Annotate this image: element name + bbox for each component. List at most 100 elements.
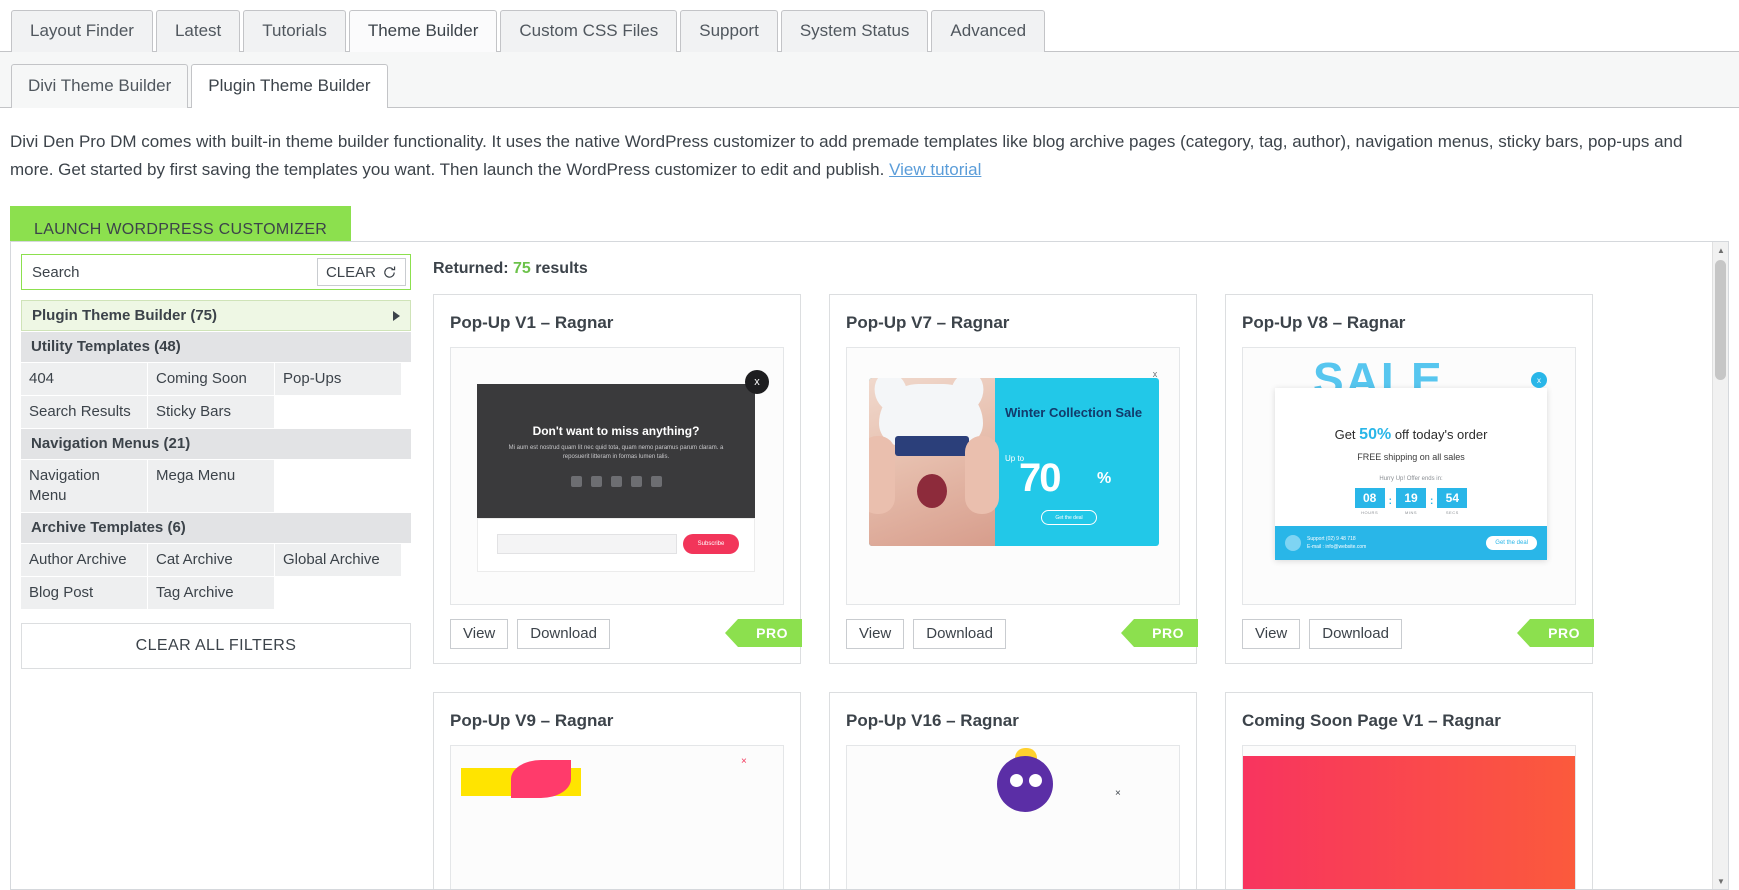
card-title: Pop-Up V8 – Ragnar [1242,313,1406,332]
returned-suffix: results [535,260,588,277]
filter-chip-tag-archive[interactable]: Tag Archive [148,577,274,609]
filter-chip-blog-post[interactable]: Blog Post [21,577,147,609]
tab-advanced[interactable]: Advanced [931,10,1046,52]
filter-chip-404[interactable]: 404 [21,363,147,395]
filter-chip-global-archive[interactable]: Global Archive [275,544,401,576]
view-button[interactable]: View [846,619,905,649]
social-icons-row [477,476,755,487]
template-card[interactable]: Pop-Up V8 – Ragnar SALE Get 50% off toda… [1225,294,1594,664]
template-card[interactable]: Pop-Up V1 – Ragnar x Don't want to miss … [433,294,802,664]
template-card[interactable]: Pop-Up V7 – Ragnar Winter Collection Sal… [829,294,1198,664]
tab-system-status[interactable]: System Status [780,10,929,52]
download-button[interactable]: Download [1309,619,1402,649]
countdown-secs-label: SECS [1445,510,1459,515]
subtab-plugin-theme-builder[interactable]: Plugin Theme Builder [191,64,388,108]
linkedin-icon [590,476,602,487]
page-root: Layout Finder Latest Tutorials Theme Bui… [0,0,1739,890]
pro-badge: PRO [1517,619,1594,647]
coming-soon-gradient [1243,756,1575,889]
filter-chip-row: Author Archive Cat Archive Global Archiv… [21,544,411,576]
clear-label: CLEAR [325,263,376,281]
returned-count: 75 [513,260,531,277]
filter-chip-sticky-bars[interactable]: Sticky Bars [148,396,274,428]
card-title: Pop-Up V9 – Ragnar [450,711,614,730]
popup-get-label: Get [1334,427,1356,442]
subtab-label: Plugin Theme Builder [208,76,371,95]
search-row: CLEAR [21,254,411,290]
filter-chip-navigation-menu[interactable]: Navigation Menu [21,460,147,512]
search-input[interactable] [22,255,317,289]
popup-heading: Don't want to miss anything? [532,424,700,438]
template-card[interactable]: Coming Soon Page V1 – Ragnar View Downlo… [1225,692,1593,889]
card-thumbnail[interactable] [1242,745,1576,889]
popup-heading: Get 50% off today's order [1275,426,1547,444]
popup-hurry-label: Hurry Up! Offer ends in: [1379,476,1443,482]
results-grid: Pop-Up V1 – Ragnar x Don't want to miss … [433,294,1712,889]
card-thumbnail[interactable]: Winter Collection Sale Up to 70 % Get th… [846,347,1180,605]
filter-chip-cat-archive[interactable]: Cat Archive [148,544,274,576]
sunglasses [895,436,969,456]
card-footer: View Download PRO [1226,605,1594,663]
card-thumbnail[interactable]: × [450,745,784,889]
countdown-mins-label: MINS [1405,510,1417,515]
filter-chip-row: Navigation Menu Mega Menu [21,460,411,512]
chevron-down-icon[interactable]: ▼ [1713,873,1728,889]
mascot-eye-right [1029,774,1042,787]
countdown-timer: 08 HOURS : 19 MINS : 54 SECS [1275,488,1547,515]
popup-contact-bar: Support (02) 9 48 718 E-mail : info@websi… [1275,526,1547,560]
filter-chip-search-results[interactable]: Search Results [21,396,147,428]
filter-chip-empty [275,460,401,512]
scrollbar-thumb[interactable] [1715,260,1726,380]
card-thumbnail[interactable]: SALE Get 50% off today's order FREE ship… [1242,347,1576,605]
clear-all-filters-button[interactable]: CLEAR ALL FILTERS [21,623,411,669]
filter-section-label: Utility Templates (48) [31,338,181,355]
subtab-divi-theme-builder[interactable]: Divi Theme Builder [11,64,189,108]
returned-prefix: Returned: [433,260,509,277]
download-button[interactable]: Download [913,619,1006,649]
tab-label: Latest [174,21,222,40]
filter-chip-author-archive[interactable]: Author Archive [21,544,147,576]
youtube-icon [570,476,582,487]
filter-chip-pop-ups[interactable]: Pop-Ups [275,363,401,395]
chevron-up-icon[interactable]: ▲ [1713,242,1728,258]
filter-chip-row: Search Results Sticky Bars [21,396,411,428]
countdown-separator: : [1430,496,1434,507]
template-card[interactable]: Pop-Up V16 – Ragnar × View Download PRO [829,692,1197,889]
filter-chip-coming-soon[interactable]: Coming Soon [148,363,274,395]
tab-latest[interactable]: Latest [155,10,241,52]
view-button[interactable]: View [1242,619,1301,649]
mascot-head [997,756,1053,812]
popup-heading: Winter Collection Sale [1005,405,1143,420]
facebook-icon [630,476,642,487]
tab-theme-builder[interactable]: Theme Builder [348,10,498,52]
filter-chip-row: 404 Coming Soon Pop-Ups [21,363,411,395]
hand-left [869,436,895,514]
tab-tutorials[interactable]: Tutorials [243,10,346,52]
download-button[interactable]: Download [517,619,610,649]
pro-badge: PRO [725,619,802,647]
card-thumbnail[interactable]: x Don't want to miss anything? Mi aum es… [450,347,784,605]
popup-email-field [497,534,677,554]
filter-chip-mega-menu[interactable]: Mega Menu [148,460,274,512]
popup-panel: Get 50% off today's order FREE shipping … [1275,388,1547,560]
pro-badge: PRO [1121,619,1198,647]
template-card[interactable]: Pop-Up V9 – Ragnar × View Download PRO [433,692,801,889]
filter-group-plugin-theme-builder[interactable]: Plugin Theme Builder (75) [21,300,411,331]
tab-custom-css-files[interactable]: Custom CSS Files [500,10,678,52]
view-tutorial-link[interactable]: View tutorial [889,160,981,179]
card-thumbnail[interactable]: × [846,745,1180,889]
popup-contact-text: Support (02) 9 48 718 E-mail : info@websi… [1307,535,1366,551]
card-title: Pop-Up V7 – Ragnar [846,313,1010,332]
view-button[interactable]: View [450,619,509,649]
popup-support-line: Support (02) 9 48 718 [1307,536,1356,542]
filter-section-label: Navigation Menus (21) [31,435,191,452]
tab-label: Layout Finder [30,21,134,40]
tab-support[interactable]: Support [680,10,778,52]
results-scrollbar[interactable]: ▲ ▼ [1712,242,1728,889]
tab-layout-finder[interactable]: Layout Finder [11,10,153,52]
popup-pink-shape [511,760,571,798]
clear-search-button[interactable]: CLEAR [316,258,406,286]
popup-panel: Winter Collection Sale Up to 70 % Get th… [869,378,1159,546]
popup-close-icon: × [1115,788,1121,799]
refresh-icon [382,265,397,280]
